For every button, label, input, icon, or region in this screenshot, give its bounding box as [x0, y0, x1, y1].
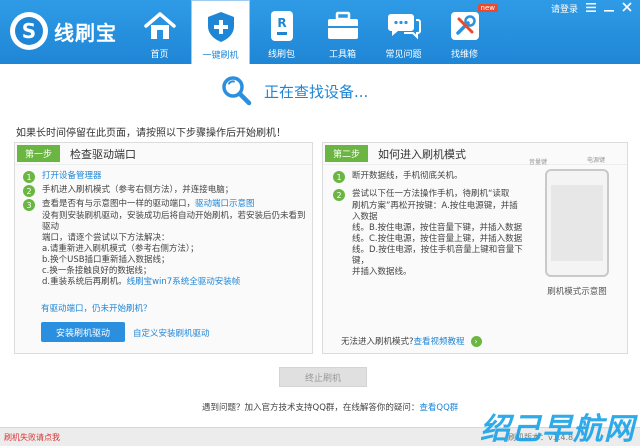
device-search-status: 正在查找设备... [220, 74, 368, 109]
open-device-manager-link[interactable]: 打开设备管理器 [42, 171, 102, 183]
app-logo: S 线刷宝 [10, 12, 117, 50]
power-key-label: 电源键 [587, 157, 606, 164]
minimize-icon[interactable] [604, 3, 614, 15]
close-icon[interactable] [622, 2, 632, 15]
nav-rom-package[interactable]: R 线刷包 [252, 0, 311, 64]
check-driver-panel: 第一步 检查驱动端口 1 打开设备管理器 2 手机进入刷机模式（参考右侧方法），… [14, 142, 313, 354]
list-item: 2 尝试以下任一方法操作手机，待刷机“读取 [333, 189, 523, 201]
new-badge: new [477, 4, 498, 12]
step-two-tag: 第二步 [325, 145, 369, 162]
login-link[interactable]: 请登录 [551, 2, 578, 15]
phone-icon [545, 169, 609, 277]
app-header: S 线刷宝 首页 一键刷机 R 线刷包 工具箱 常见问题 new 找维修 请登录 [0, 0, 640, 64]
driver-port-diagram-link[interactable]: 驱动端口示意图 [195, 199, 255, 209]
svg-text:R: R [277, 16, 286, 30]
custom-install-driver-link[interactable]: 自定义安装刷机驱动 [133, 327, 210, 339]
volume-key-label: 音量键 [529, 159, 548, 166]
check-driver-title: 检查驱动端口 [70, 147, 137, 161]
watermark: 绍己早航网 [480, 412, 635, 446]
driver-port-no-flash-link[interactable]: 有驱动端口，仍未开始刷机？ [41, 302, 152, 314]
faq-bubbles-icon [387, 9, 421, 43]
list-item: 1 断开数据线，手机彻底关机。 [333, 171, 523, 183]
flash-mode-diagram: 电源键 音量键 刷机模式示意图 [529, 151, 625, 311]
app-title: 线刷宝 [54, 20, 117, 45]
install-driver-button[interactable]: 安装刷机驱动 [41, 322, 125, 342]
diagram-caption: 刷机模式示意图 [547, 287, 607, 297]
nav-faq[interactable]: 常见问题 [374, 0, 433, 64]
cannot-enter-flash-mode: 无法进入刷机模式? 查看视频教程 › [341, 335, 482, 347]
repair-wrench-icon [448, 9, 482, 43]
nav-one-click-flash[interactable]: 一键刷机 [191, 0, 250, 64]
nav-home[interactable]: 首页 [130, 0, 189, 64]
instruction-text: 如果长时间停留在此页面，请按照以下步骤操作后开始刷机！ [16, 128, 286, 139]
video-tutorial-link[interactable]: 查看视频教程 [414, 335, 465, 347]
list-item: 2 手机进入刷机模式（参考右侧方法），并连接电脑； [23, 185, 308, 197]
logo-icon: S [10, 12, 48, 50]
rom-package-icon: R [265, 9, 299, 43]
window-controls: 请登录 [551, 2, 632, 15]
magnifier-icon [220, 74, 252, 109]
step-one-tag: 第一步 [17, 145, 61, 162]
search-status-text: 正在查找设备... [264, 83, 369, 101]
list-item: 1 打开设备管理器 [23, 171, 308, 183]
list-item: 3 查看是否有与示意图中一样的驱动端口，驱动端口示意图 [23, 199, 308, 211]
menu-icon[interactable] [586, 2, 596, 15]
help-text: 遇到问题？加入官方技术支持QQ群，在线解答你的疑问：查看QQ群 [202, 403, 459, 413]
shield-plus-icon [204, 10, 238, 44]
toolbox-icon [326, 9, 360, 43]
nav-find-repair[interactable]: new 找维修 [435, 0, 498, 64]
nav-toolbox[interactable]: 工具箱 [313, 0, 372, 64]
home-icon [143, 9, 177, 43]
flash-mode-title: 如何进入刷机模式 [378, 147, 467, 161]
main-nav: 首页 一键刷机 R 线刷包 工具箱 常见问题 new 找维修 [130, 0, 498, 64]
flash-failed-link[interactable]: 刷机失败请点我 [4, 432, 60, 443]
flash-mode-panel: 第二步 如何进入刷机模式 1 断开数据线，手机彻底关机。 2 尝试以下任一方法操… [322, 142, 628, 354]
stop-flash-button[interactable]: 终止刷机 [279, 367, 367, 387]
win7-driver-link[interactable]: 线刷宝win7系统全驱动安装帧 [127, 277, 241, 287]
arrow-right-icon[interactable]: › [470, 335, 482, 347]
view-qq-group-link[interactable]: 查看QQ群 [419, 403, 458, 413]
